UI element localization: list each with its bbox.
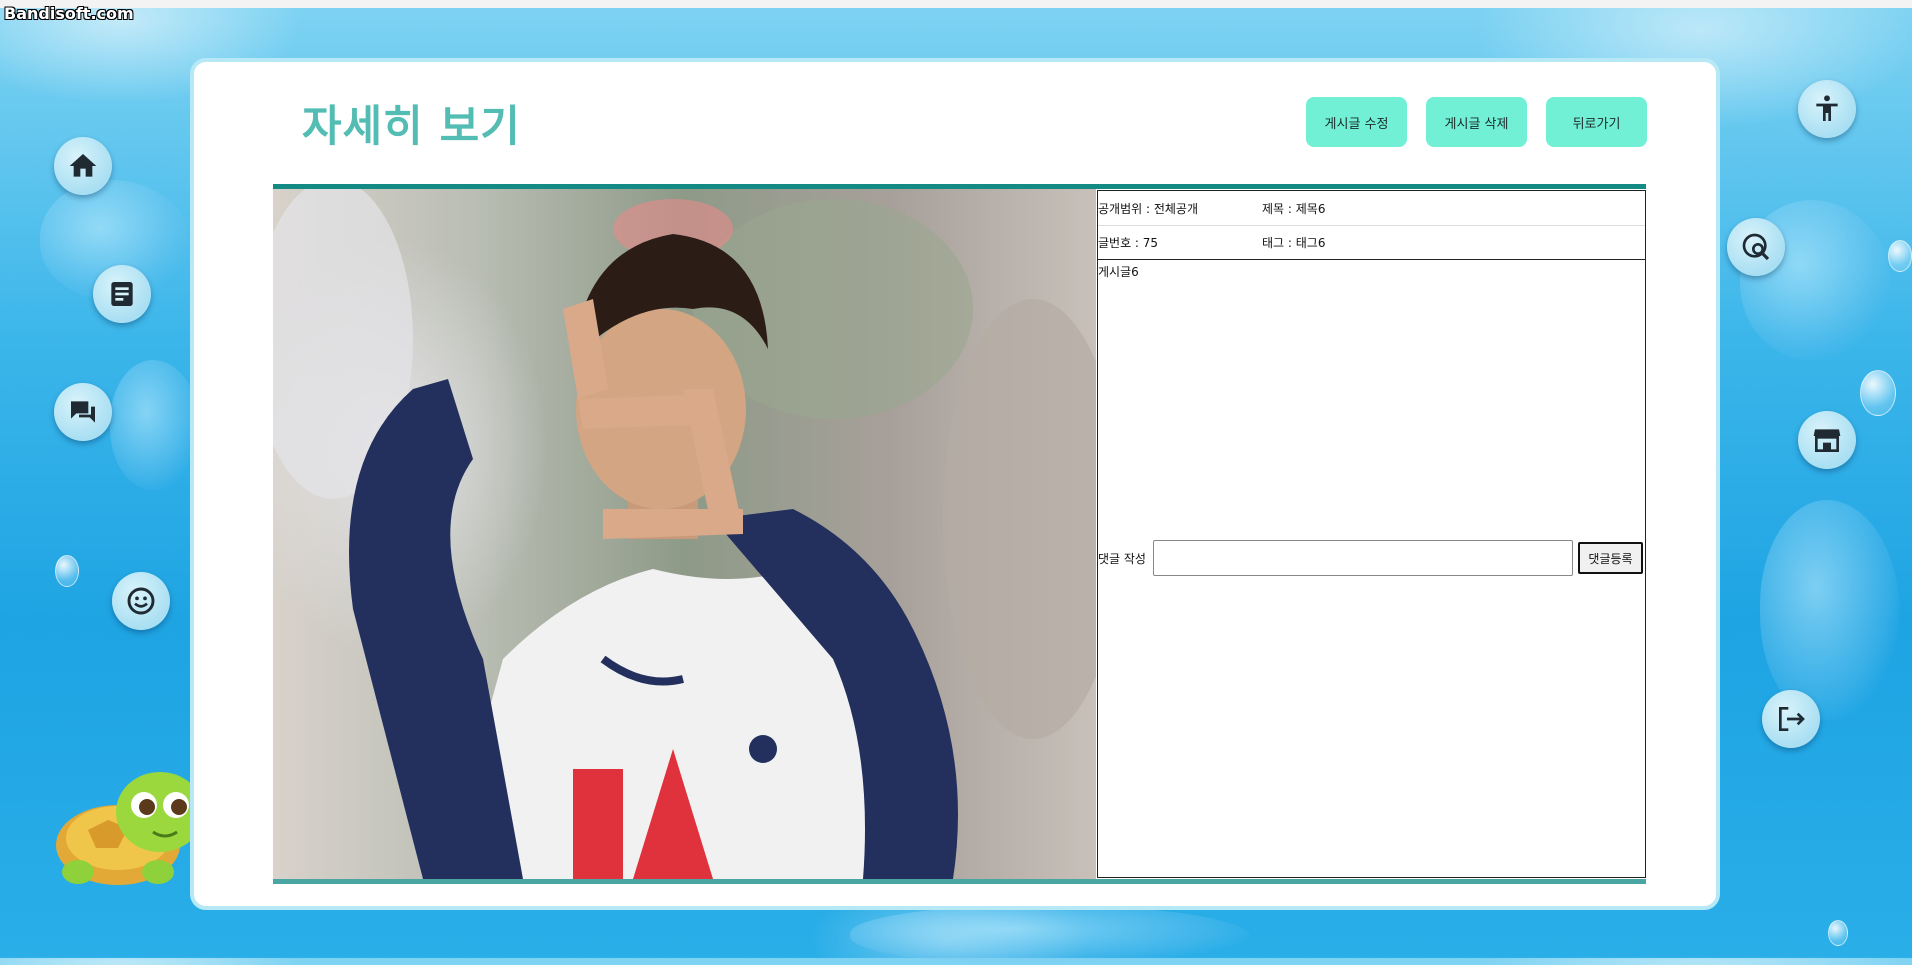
post-info-panel: 공개범위 : 전체공개 제목 : 제목6 글번호 : 75 태그 : 태그6 게… (1097, 190, 1646, 878)
background-turtle-decoration (1760, 500, 1900, 720)
background-turtle-decoration (110, 360, 200, 490)
store-button[interactable] (1798, 411, 1856, 469)
info-row-details: 글번호 : 75 태그 : 태그6 (1098, 225, 1645, 260)
comment-label: 댓글 작성 (1098, 552, 1146, 566)
logout-button[interactable] (1762, 690, 1820, 748)
search-location-button[interactable] (1727, 218, 1785, 276)
post-number-text: 글번호 : 75 (1098, 236, 1159, 250)
post-detail: 공개범위 : 전체공개 제목 : 제목6 글번호 : 75 태그 : 태그6 게… (273, 184, 1646, 884)
smile-icon (127, 587, 155, 615)
home-button[interactable] (54, 137, 112, 195)
watermark: Bandisoft.com (4, 4, 134, 23)
bubble-decoration (1828, 920, 1848, 946)
bubble-decoration (1860, 370, 1896, 416)
info-row-meta: 공개범위 : 전체공개 제목 : 제목6 (1098, 191, 1645, 226)
delete-post-button[interactable]: 게시글 삭제 (1426, 97, 1527, 147)
background-turtle-decoration (850, 905, 1250, 965)
comment-submit-button[interactable]: 댓글등록 (1578, 542, 1643, 574)
chat-button[interactable] (54, 383, 112, 441)
post-photo-illustration (273, 189, 1096, 879)
back-button[interactable]: 뒤로가기 (1546, 97, 1647, 147)
bubble-decoration (55, 555, 79, 587)
document-icon (111, 282, 133, 306)
turtle-mascot (56, 772, 204, 885)
posts-button[interactable] (93, 265, 151, 323)
page-title: 자세히 보기 (302, 102, 521, 152)
post-title-text: 제목 : 제목6 (1262, 202, 1326, 216)
logout-icon (1779, 707, 1805, 731)
top-strip (0, 0, 1912, 8)
home-icon (69, 154, 97, 177)
post-image (273, 189, 1096, 879)
accessibility-icon (1816, 95, 1838, 121)
post-content: 게시글6 (1098, 265, 1139, 279)
chat-icon (71, 401, 95, 423)
store-icon (1813, 429, 1841, 452)
comment-input[interactable] (1153, 540, 1573, 576)
emoji-button[interactable] (112, 572, 170, 630)
edit-post-button[interactable]: 게시글 수정 (1306, 97, 1407, 147)
accessibility-button[interactable] (1798, 80, 1856, 138)
post-tag-text: 태그 : 태그6 (1262, 236, 1326, 250)
bubble-decoration (1888, 240, 1912, 272)
search-location-icon (1742, 233, 1770, 261)
visibility-text: 공개범위 : 전체공개 (1098, 202, 1198, 216)
